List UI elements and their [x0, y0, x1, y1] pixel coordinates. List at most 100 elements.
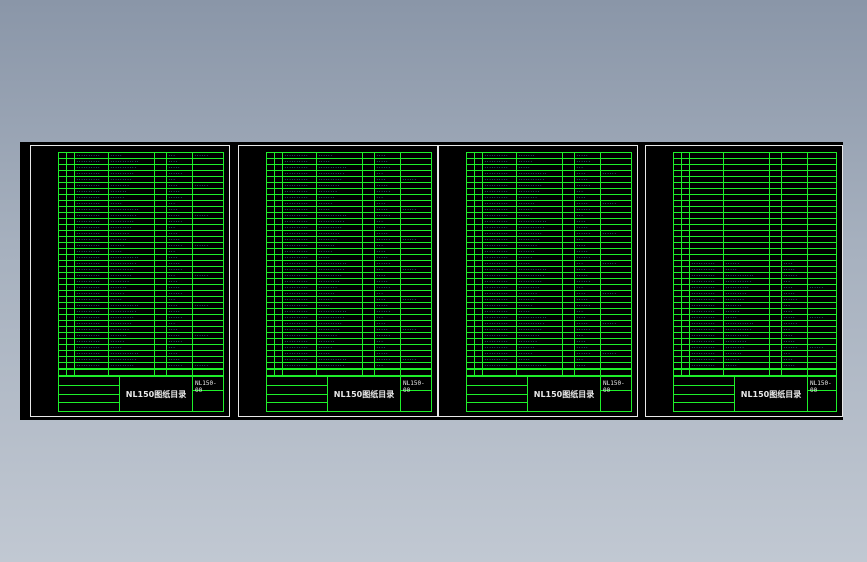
table-cell: [267, 285, 275, 290]
table-cell: ·······: [109, 333, 155, 338]
table-cell: [475, 315, 483, 320]
header-cell: [467, 370, 475, 375]
table-cell: ····: [575, 195, 601, 200]
table-cell: [275, 219, 283, 224]
table-cell: ··········: [483, 225, 517, 230]
sheet-2[interactable]: ·········· ······ ···· ·········· ····· ·····…: [238, 145, 438, 417]
table-cell: ·······: [109, 237, 155, 242]
table-cell: ··········: [690, 321, 724, 326]
table-cell: [601, 153, 631, 158]
table-cell: [690, 189, 724, 194]
table-cell: [563, 297, 575, 302]
signature-row: [267, 377, 327, 386]
table-cell: ······: [575, 279, 601, 284]
table-cell: ····: [375, 201, 401, 206]
table-cell: [67, 207, 75, 212]
table-cell: ··········: [724, 333, 770, 338]
table-cell: [674, 267, 682, 272]
table-cell: [67, 273, 75, 278]
table-cell: ···········: [317, 267, 363, 272]
table-cell: ···········: [317, 315, 363, 320]
table-cell: ··········: [75, 183, 109, 188]
table-cell: ···: [375, 339, 401, 344]
table-cell: [770, 183, 782, 188]
table-cell: ···········: [517, 321, 563, 326]
table-cell: ·······: [724, 303, 770, 308]
table-cell: ···: [575, 189, 601, 194]
table-cell: [682, 303, 690, 308]
table-cell: ··········: [283, 267, 317, 272]
sheet-3[interactable]: ·········· ······· ····· ·········· ······ ··…: [438, 145, 638, 417]
table-cell: ·····: [782, 291, 808, 296]
table-cell: ·····: [375, 255, 401, 260]
table-cell: [363, 357, 375, 362]
table-cell: [275, 303, 283, 308]
table-cell: ············: [109, 207, 155, 212]
sheet-1[interactable]: ·········· ····· ··· ······ ·········· ······…: [30, 145, 230, 417]
table-cell: [563, 195, 575, 200]
table-cell: [193, 189, 223, 194]
table-cell: [563, 315, 575, 320]
table-cell: ····: [167, 255, 193, 260]
table-cell: [363, 165, 375, 170]
table-cell: ···: [375, 315, 401, 320]
table-cell: [155, 267, 167, 272]
table-cell: [267, 309, 275, 314]
table-cell: ·········: [517, 333, 563, 338]
table-cell: [674, 237, 682, 242]
table-cell: ····: [575, 315, 601, 320]
table-cell: [275, 309, 283, 314]
table-cell: ·······: [317, 195, 363, 200]
table-cell: ····: [167, 351, 193, 356]
table-cell: ··········: [317, 321, 363, 326]
table-cell: [467, 261, 475, 266]
drawing-canvas[interactable]: ·········· ····· ··· ······ ·········· ······…: [20, 142, 843, 420]
table-cell: ··········: [283, 285, 317, 290]
table-cell: ···: [575, 333, 601, 338]
table-cell: [67, 201, 75, 206]
table-cell: [155, 303, 167, 308]
table-cell: ·······: [517, 153, 563, 158]
table-cell: ··········: [283, 177, 317, 182]
table-cell: [601, 339, 631, 344]
table-cell: [682, 267, 690, 272]
table-cell: [724, 213, 770, 218]
table-cell: [363, 249, 375, 254]
table-cell: [690, 249, 724, 254]
table-cell: [782, 219, 808, 224]
table-cell: [59, 195, 67, 200]
table-cell: [59, 261, 67, 266]
table-cell: [682, 315, 690, 320]
table-cell: ··········: [690, 351, 724, 356]
table-cell: [193, 219, 223, 224]
table-cell: [155, 243, 167, 248]
table-cell: ···: [375, 171, 401, 176]
table-cell: [67, 243, 75, 248]
table-cell: [808, 333, 836, 338]
table-cell: ·····: [317, 255, 363, 260]
table-cell: ·········: [517, 237, 563, 242]
table-cell: ········: [109, 231, 155, 236]
table-cell: ······: [575, 183, 601, 188]
table-cell: ··········: [283, 303, 317, 308]
table-cell: [275, 171, 283, 176]
sheet-4[interactable]: ·········· ······ ···· ·········· ····· ·····…: [645, 145, 843, 417]
table-cell: ··········: [283, 207, 317, 212]
table-cell: ··········: [483, 303, 517, 308]
table-cell: ··········: [109, 219, 155, 224]
table-cell: ··········: [483, 351, 517, 356]
table-cell: [724, 159, 770, 164]
table-cell: ···: [375, 243, 401, 248]
table-cell: ·········: [317, 279, 363, 284]
table-cell: ········: [317, 237, 363, 242]
sheet-frame: ········································…: [673, 152, 837, 412]
table-cell: [690, 153, 724, 158]
table-cell: ··········: [109, 315, 155, 320]
table-cell: [808, 255, 836, 260]
table-cell: ·····: [724, 315, 770, 320]
title-block: NL150图纸目录 NL150-00: [267, 376, 431, 411]
table-cell: [475, 189, 483, 194]
table-cell: [275, 195, 283, 200]
table-cell: [59, 291, 67, 296]
table-cell: [475, 225, 483, 230]
